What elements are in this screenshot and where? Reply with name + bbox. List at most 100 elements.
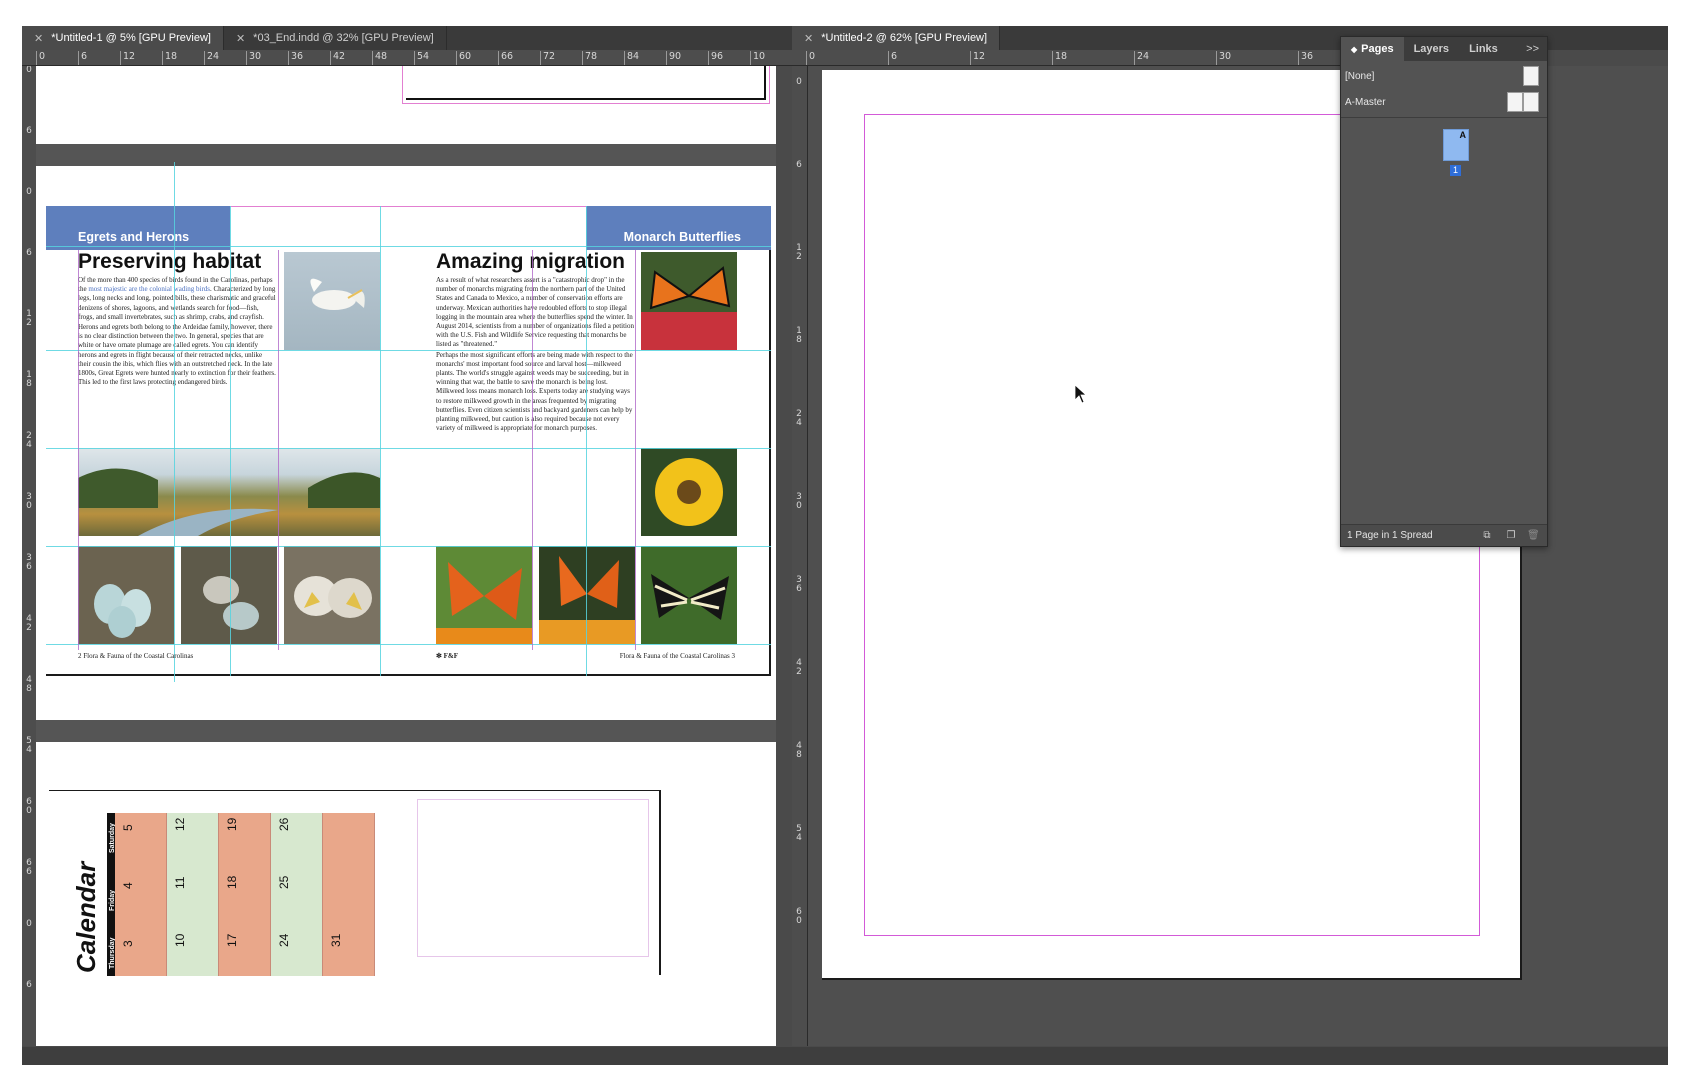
new-page-icon[interactable]: ❐ [1505, 530, 1517, 542]
logo-text: F&F [443, 652, 459, 660]
left-folio: 2 Flora & Fauna of the Coastal Carolinas [78, 652, 194, 660]
a-master-row[interactable]: A-Master [1341, 89, 1547, 115]
ruler-tick [1216, 51, 1217, 65]
ruler-tick-label: 0 [26, 919, 32, 929]
trash-icon[interactable]: 🗑 [1527, 530, 1540, 542]
ruler-tick-label: 6 [81, 51, 88, 62]
calendar-date[interactable]: 3 [121, 940, 135, 947]
tab-03-end[interactable]: ✕ *03_End.indd @ 32% [GPU Preview] [223, 26, 447, 50]
master-label: A-Master [1345, 96, 1386, 108]
tab-label: *03_End.indd @ 32% [GPU Preview] [253, 32, 434, 44]
page-number[interactable]: 1 [1450, 165, 1461, 176]
guide[interactable] [46, 644, 771, 645]
egret-illustration [310, 278, 365, 310]
band-label-right: Monarch Butterflies [623, 230, 741, 244]
chicks-photo[interactable] [181, 546, 277, 644]
calendar-date[interactable]: 25 [277, 876, 291, 889]
bleed-line [230, 206, 586, 207]
cursor-arrow-icon [1074, 384, 1088, 404]
ruler-tick-label: 30 [26, 492, 32, 511]
logo: ✻ F&F [436, 652, 458, 660]
ruler-tick-label: 36 [291, 51, 304, 62]
calendar-date[interactable]: 31 [329, 934, 343, 947]
tab-links[interactable]: Links [1459, 37, 1508, 61]
close-icon[interactable]: ✕ [236, 32, 245, 45]
ruler-tick [120, 51, 121, 65]
document-pane-left[interactable]: Egrets and Herons Monarch Butterflies Pr… [36, 66, 776, 1046]
guide[interactable] [230, 206, 231, 676]
ruler-tick-label: 54 [26, 736, 32, 755]
ruler-tick [1052, 51, 1053, 65]
ruler-tick-label: 18 [1055, 51, 1068, 62]
calendar-title[interactable]: Calendar [71, 862, 102, 973]
status-bar [22, 1047, 1668, 1065]
ruler-tick-label: 48 [375, 51, 388, 62]
ruler-tick-label: 12 [123, 51, 136, 62]
calendar-date[interactable]: 18 [225, 876, 239, 889]
calendar-date[interactable]: 12 [173, 818, 187, 831]
nestlings-photo[interactable] [284, 546, 380, 644]
paragraph: Of the more than 400 species of birds fo… [78, 276, 276, 321]
guide[interactable] [46, 350, 771, 351]
ruler-tick-label: 48 [796, 741, 802, 760]
tab-untitled-2[interactable]: ✕ *Untitled-2 @ 62% [GPU Preview] [792, 26, 1001, 50]
gulf-fritillary-photo-1[interactable] [436, 546, 532, 644]
close-icon[interactable]: ✕ [34, 32, 43, 45]
ruler-tick-label: 6 [26, 248, 32, 258]
ruler-tick-label: 30 [1219, 51, 1232, 62]
empty-frame[interactable] [417, 799, 649, 957]
marsh-photo[interactable] [78, 448, 380, 536]
calendar-page[interactable]: Calendar Saturday Friday Thursday 5 12 19 2… [49, 790, 661, 976]
tab-label: *Untitled-1 @ 5% [GPU Preview] [51, 32, 211, 44]
guide[interactable] [46, 546, 771, 547]
page-1-thumbnail[interactable]: A [1443, 129, 1469, 161]
calendar-date[interactable]: 10 [173, 934, 187, 947]
master-thumbnail [1523, 66, 1539, 86]
gulf-fritillary-photo-2[interactable] [539, 546, 635, 644]
tab-untitled-1[interactable]: ✕ *Untitled-1 @ 5% [GPU Preview] [22, 26, 224, 50]
egret-photo[interactable] [284, 252, 380, 350]
master-thumbnail [1523, 92, 1539, 112]
ruler-tick [750, 51, 751, 65]
calendar-date[interactable]: 26 [277, 818, 291, 831]
left-headline[interactable]: Preserving habitat [78, 250, 261, 274]
guide[interactable] [46, 246, 771, 247]
right-folio: Flora & Fauna of the Coastal Carolinas 3 [619, 652, 735, 660]
right-headline[interactable]: Amazing migration [436, 250, 625, 274]
close-icon[interactable]: ✕ [804, 32, 813, 45]
calendar-date[interactable]: 11 [173, 877, 187, 889]
calendar-date[interactable]: 17 [225, 934, 239, 947]
calendar-date[interactable]: 19 [225, 818, 239, 831]
left-body-text[interactable]: Of the more than 400 species of birds fo… [78, 276, 276, 388]
guide[interactable] [46, 448, 771, 449]
panel-menu-icon[interactable]: >> [1518, 37, 1547, 61]
guide[interactable] [586, 206, 587, 676]
page-size-icon[interactable]: ⧉ [1481, 530, 1493, 542]
pages-panel[interactable]: ◆ Pages Layers Links >> [None] A-Master … [1340, 36, 1548, 547]
eggs-photo[interactable] [78, 546, 174, 644]
tab-pages[interactable]: ◆ Pages [1341, 37, 1404, 61]
ruler-tick-label: 54 [796, 824, 802, 843]
ruler-tick-label: 18 [165, 51, 178, 62]
calendar-date[interactable]: 5 [121, 824, 135, 831]
flower-photo[interactable] [641, 448, 737, 536]
calendar-date[interactable]: 4 [121, 882, 135, 889]
monarch-photo[interactable] [641, 252, 737, 350]
horizontal-ruler[interactable]: 0 6 12 18 24 30 36 42 48 54 60 66 72 78 84 90 96 10 [22, 50, 792, 66]
zebra-longwing-photo[interactable] [641, 546, 737, 644]
ruler-tick-label: 6 [26, 126, 32, 136]
right-body-text[interactable]: As a result of what researchers assert i… [436, 276, 634, 434]
calendar-date[interactable]: 24 [277, 934, 291, 947]
ruler-tick [970, 51, 971, 65]
tab-layers[interactable]: Layers [1404, 37, 1459, 61]
ruler-tick-label: 6 [796, 160, 802, 170]
vertical-ruler[interactable]: 0 6 12 18 24 30 36 42 48 54 60 [792, 66, 808, 1046]
ruler-tick-label: 42 [333, 51, 346, 62]
spread[interactable]: Egrets and Herons Monarch Butterflies Pr… [46, 162, 771, 682]
master-none-row[interactable]: [None] [1341, 63, 1547, 89]
guide[interactable] [174, 162, 175, 682]
guide[interactable] [380, 206, 381, 676]
ruler-tick-label: 42 [796, 658, 802, 677]
ruler-tick-label: 18 [26, 370, 32, 389]
horizontal-ruler[interactable]: 0 6 12 18 24 30 36 [792, 50, 1348, 66]
